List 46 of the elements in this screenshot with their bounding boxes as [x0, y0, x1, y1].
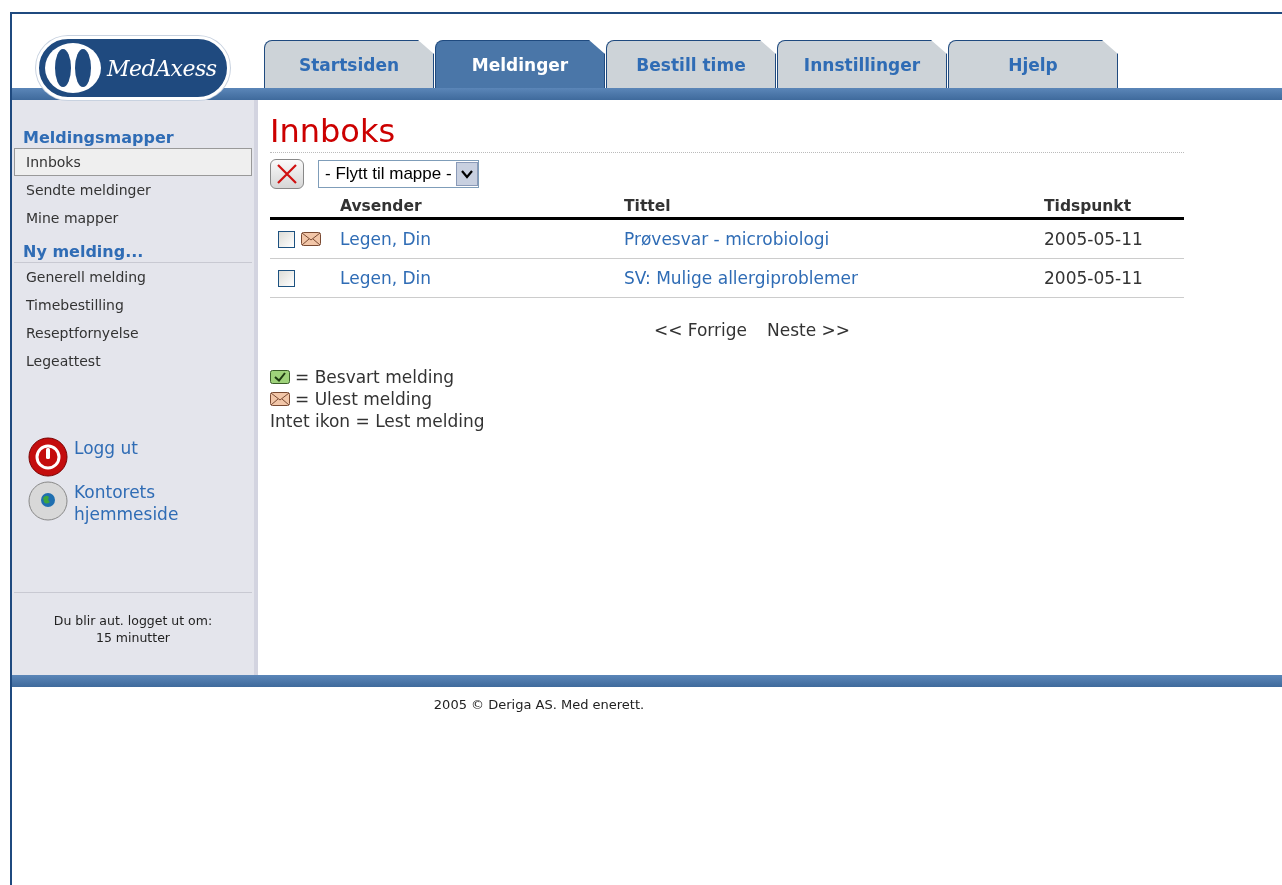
column-header: Tidspunkt [1044, 195, 1184, 220]
delete-button[interactable] [270, 159, 304, 189]
legend-text: Intet ikon = Lest melding [270, 411, 485, 431]
legend-text: = Besvart melding [295, 367, 454, 387]
logo-mark-icon [43, 41, 103, 95]
next-link[interactable]: Neste >> [767, 320, 851, 340]
sender-link[interactable]: Legen, Din [340, 229, 432, 249]
globe-icon[interactable] [28, 481, 68, 521]
column-header: Avsender [340, 195, 624, 220]
legend-text: = Ulest melding [295, 389, 433, 409]
homepage-link[interactable]: Kontorets hjemmeside [74, 481, 214, 525]
caret-icon [455, 162, 478, 186]
nav-tab[interactable]: Bestill time [606, 40, 776, 88]
column-header: Tittel [624, 195, 1044, 220]
sidebar-item[interactable]: Sendte meldinger [14, 176, 252, 204]
nav-tab[interactable]: Meldinger [435, 40, 605, 88]
sidebar-item[interactable]: Reseptfornyelse [14, 319, 252, 347]
sender-link[interactable]: Legen, Din [340, 268, 432, 288]
folder-select[interactable]: - Flytt til mappe - [318, 160, 479, 188]
sidebar-item[interactable]: Generell melding [14, 263, 252, 291]
nav-tab[interactable]: Hjelp [948, 40, 1118, 88]
sidebar-item[interactable]: Mine mapper [14, 204, 252, 232]
page-title: Innboks [270, 112, 397, 150]
logout-link[interactable]: Logg ut [74, 437, 214, 459]
sidebar-item[interactable]: Innboks [14, 148, 252, 176]
session-remaining: 15 minutter [96, 630, 170, 645]
date-cell: 2005-05-11 [1044, 229, 1143, 249]
message-title-link[interactable]: SV: Mulige allergiproblemer [624, 268, 859, 288]
power-icon[interactable] [28, 437, 68, 477]
answered-message-icon [270, 370, 290, 384]
logo-text: MedAxess [107, 55, 217, 81]
section-heading: Meldingsmapper [22, 127, 175, 148]
section-heading: Ny melding... [14, 232, 252, 263]
sidebar-item[interactable]: Legeattest [14, 347, 252, 375]
envelope-icon [270, 392, 290, 406]
message-title-link[interactable]: Prøvesvar - microbiologi [624, 229, 830, 249]
sidebar-item[interactable]: Timebestilling [14, 291, 252, 319]
close-icon [276, 163, 298, 185]
previous-link[interactable]: << Forrige [653, 320, 748, 340]
row-checkbox[interactable] [278, 230, 295, 248]
nav-tab[interactable]: Startsiden [264, 40, 434, 88]
copyright-text: 2005 © Deriga AS. Med enerett. [433, 697, 645, 714]
row-checkbox[interactable] [278, 269, 295, 287]
session-text: Du blir aut. logget ut om: [53, 613, 213, 628]
nav-tab[interactable]: Innstillinger [777, 40, 947, 88]
date-cell: 2005-05-11 [1044, 268, 1143, 288]
